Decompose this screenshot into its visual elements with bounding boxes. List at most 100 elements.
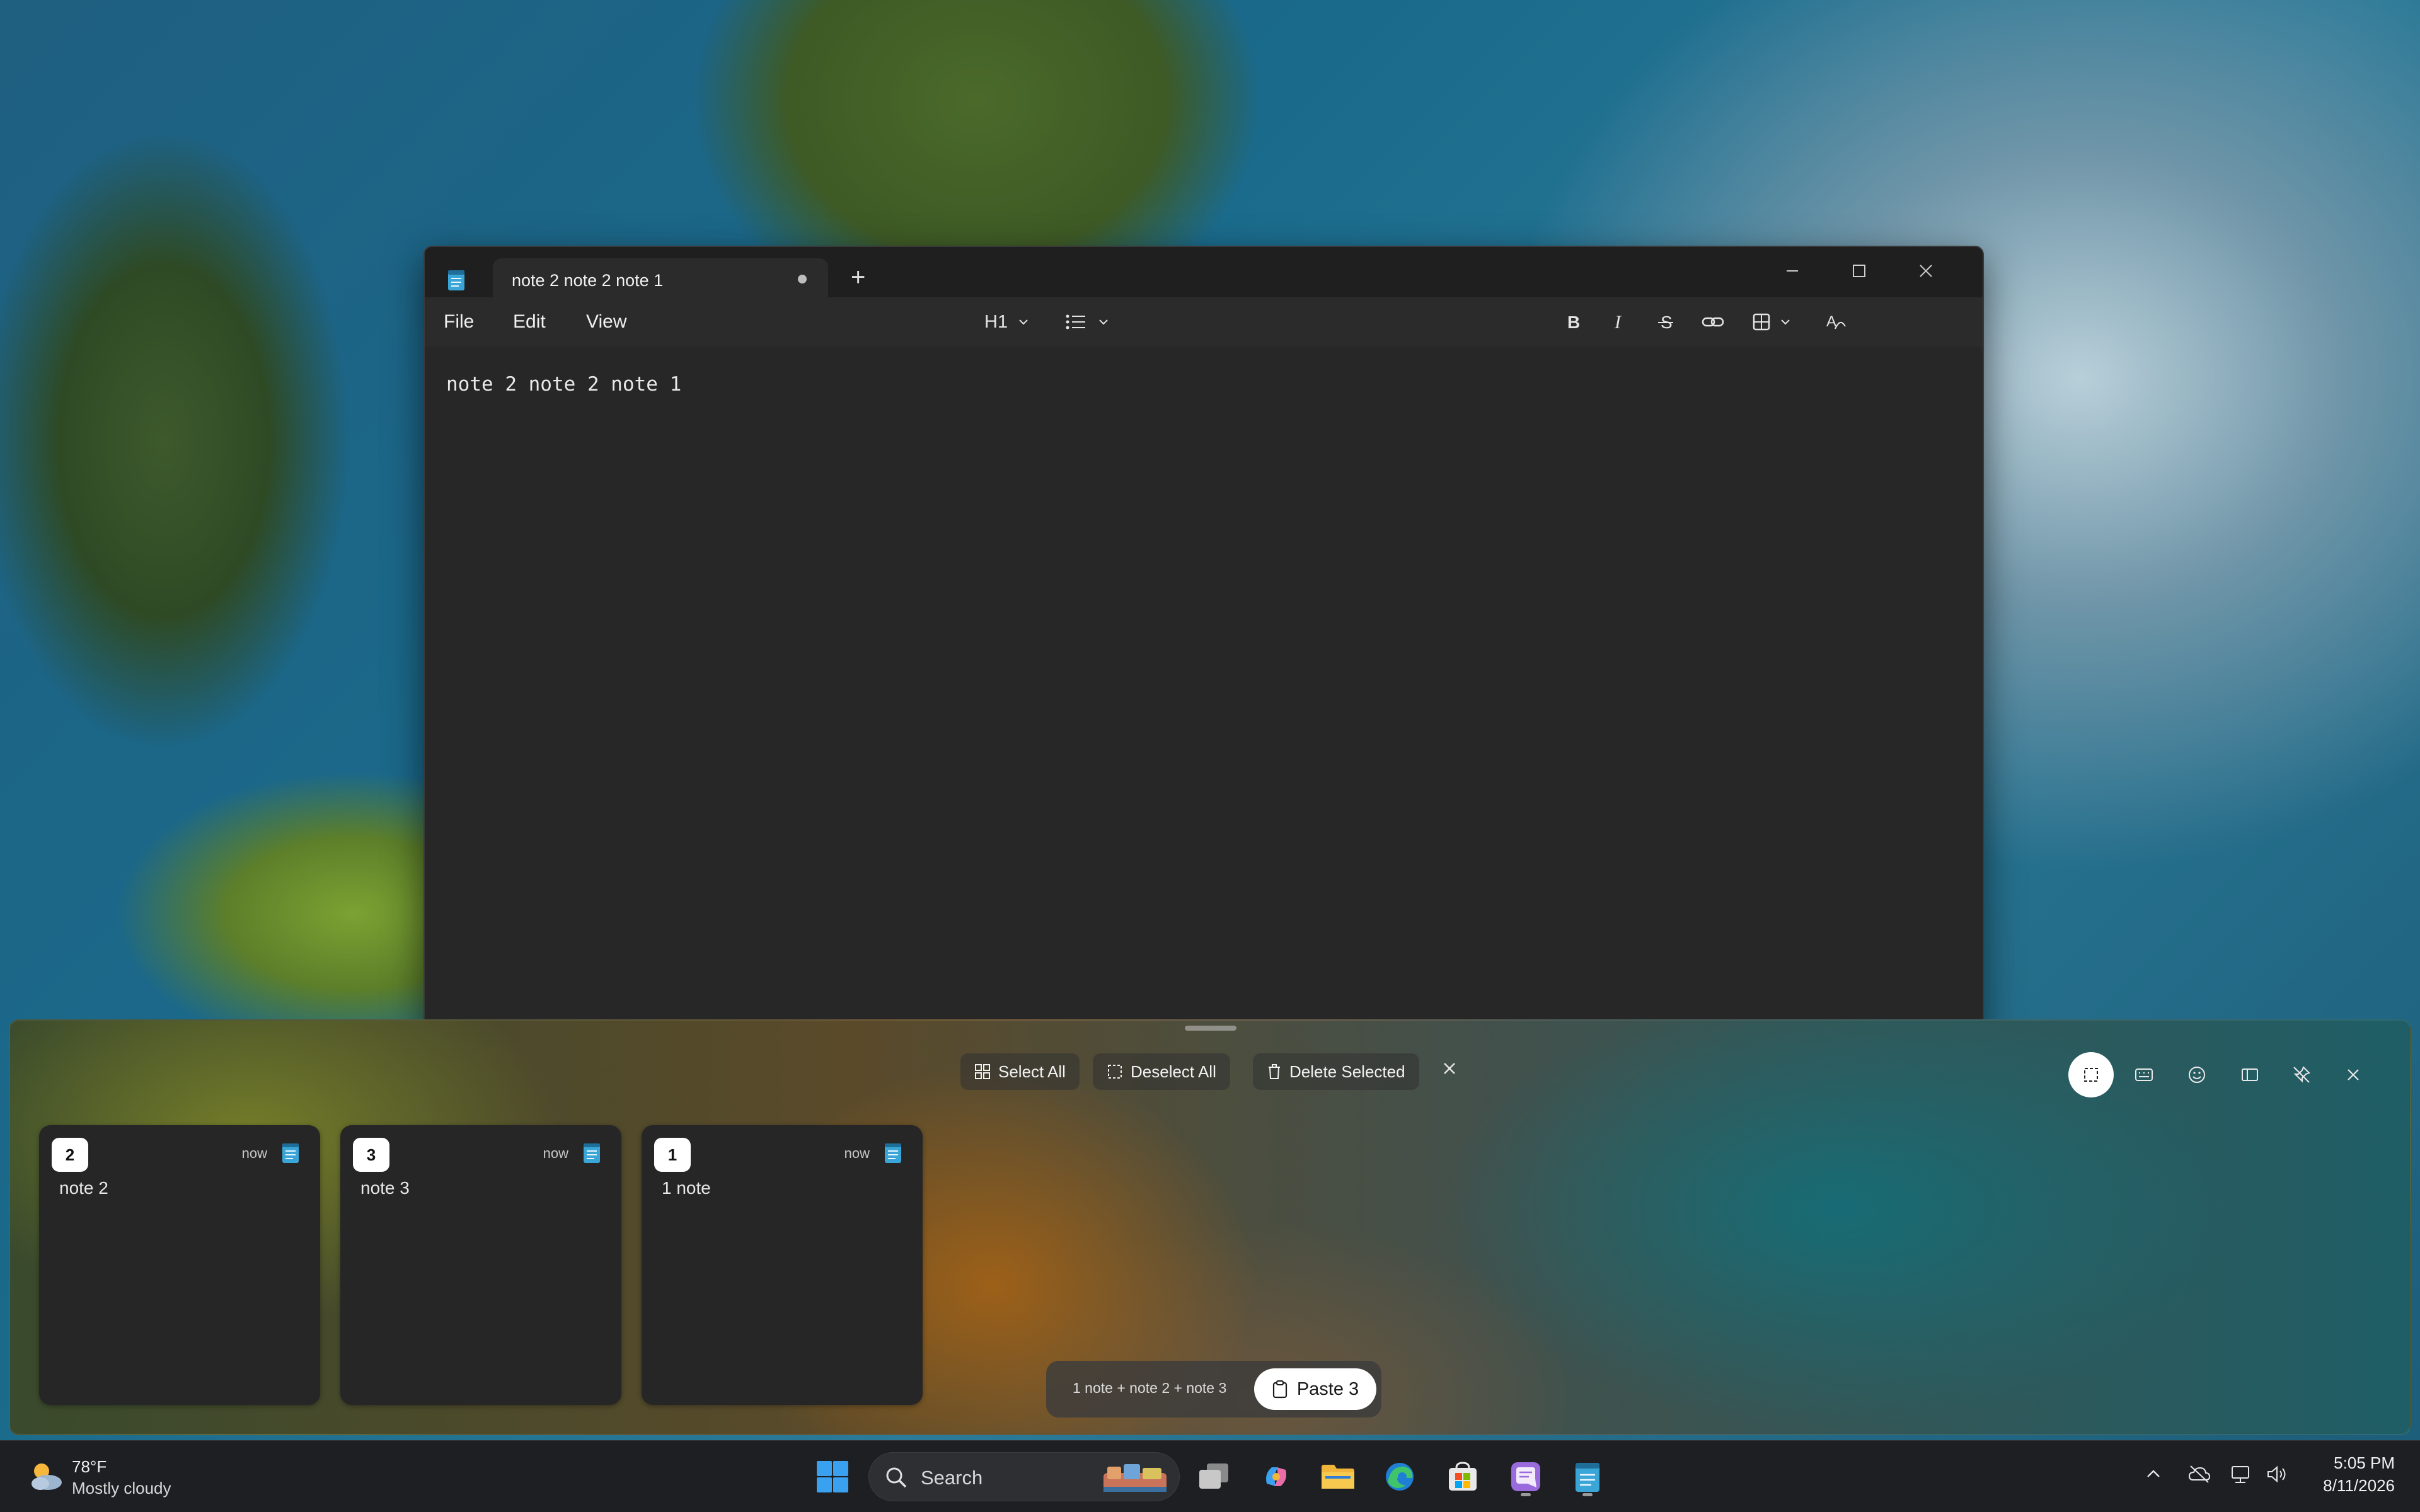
clipboard-app[interactable]: [1504, 1455, 1548, 1499]
search-highlight-icon: [1103, 1464, 1167, 1492]
multi-select-icon: [2084, 1068, 2098, 1082]
title-bar[interactable]: note 2 note 2 note 1 +: [425, 247, 1983, 299]
maximize-button[interactable]: [1828, 256, 1891, 286]
link-button[interactable]: [1702, 307, 1724, 336]
table-dropdown[interactable]: [1752, 307, 1792, 336]
table-icon: [1753, 313, 1770, 331]
strikethrough-icon: S: [1658, 312, 1673, 331]
copilot-icon: [1266, 1467, 1286, 1486]
list-dropdown[interactable]: [1065, 307, 1110, 336]
clipboard-icon: [1272, 1380, 1287, 1399]
trash-icon: [1269, 1064, 1280, 1079]
delete-selected-label: Delete Selected: [1289, 1062, 1405, 1081]
menu-view[interactable]: View: [586, 311, 626, 333]
clock-time: 5:05 PM: [2334, 1453, 2395, 1472]
select-all-button[interactable]: Select All: [960, 1053, 1080, 1090]
unpin-icon: [2293, 1066, 2310, 1083]
item-text: 1 note: [662, 1178, 711, 1198]
notepad-app-icon: [584, 1143, 600, 1163]
menu-bar: File Edit View H1 B I S A: [425, 297, 1983, 346]
chevron-down-icon: [1781, 319, 1790, 325]
cloud-sun-icon: [32, 1463, 62, 1490]
network-icon: [2232, 1466, 2249, 1483]
taskbar-search[interactable]: Search: [868, 1452, 1180, 1501]
running-indicator: [1582, 1493, 1593, 1496]
speaker-icon: [2267, 1465, 2286, 1483]
clipboard-item[interactable]: 3 now note 3: [340, 1125, 621, 1405]
select-all-label: Select All: [998, 1062, 1066, 1081]
notes-app-icon: [1511, 1462, 1540, 1491]
bold-icon: B: [1567, 312, 1580, 331]
windows-logo-icon: [817, 1461, 848, 1492]
panel-side-icon: [2242, 1068, 2258, 1081]
tab-note[interactable]: note 2 note 2 note 1: [493, 258, 828, 299]
close-panel-button[interactable]: [2331, 1052, 2376, 1097]
notepad-icon: [1576, 1463, 1599, 1492]
menu-file[interactable]: File: [444, 311, 474, 333]
task-view-icon: [1199, 1463, 1228, 1489]
start-button[interactable]: [810, 1455, 855, 1499]
maximize-icon: [1853, 265, 1865, 277]
notepad-app-icon: [885, 1143, 901, 1163]
emoji-button[interactable]: [2174, 1052, 2220, 1097]
new-tab-button[interactable]: +: [851, 265, 865, 290]
exit-selection-button[interactable]: [1441, 1060, 1458, 1080]
svg-text:A: A: [1826, 313, 1836, 330]
link-icon: [1702, 317, 1724, 327]
volume-button[interactable]: [2266, 1465, 2289, 1487]
running-indicator: [1521, 1493, 1531, 1496]
cloud-sync-button[interactable]: [2188, 1465, 2211, 1487]
delete-selected-button[interactable]: Delete Selected: [1253, 1053, 1419, 1090]
bold-button[interactable]: B: [1563, 307, 1582, 336]
selection-order-badge: 1: [654, 1138, 691, 1172]
clear-formatting-button[interactable]: A: [1825, 307, 1847, 336]
copilot-app[interactable]: [1254, 1455, 1298, 1499]
cloud-off-icon: [2188, 1465, 2211, 1483]
svg-text:I: I: [1614, 312, 1622, 331]
task-view-button[interactable]: [1192, 1455, 1236, 1499]
paste-label: Paste 3: [1296, 1378, 1359, 1399]
store-app[interactable]: [1441, 1455, 1485, 1499]
deselect-all-button[interactable]: Deselect All: [1093, 1053, 1230, 1090]
taskbar: 78°F Mostly cloudy Search 5:05 PM 8/11/2…: [0, 1440, 2420, 1512]
selection-order-badge: 2: [52, 1138, 88, 1172]
close-icon: [1920, 265, 1932, 277]
close-icon: [2348, 1069, 2359, 1080]
notepad-taskbar-app[interactable]: [1565, 1455, 1610, 1499]
file-explorer-app[interactable]: [1316, 1455, 1360, 1499]
dock-side-button[interactable]: [2227, 1052, 2273, 1097]
keyboard-button[interactable]: [2121, 1052, 2167, 1097]
minimize-button[interactable]: [1761, 256, 1824, 286]
paste-bar: 1 note + note 2 + note 3 Paste 3: [1046, 1361, 1381, 1418]
paste-summary: 1 note + note 2 + note 3: [1073, 1380, 1227, 1396]
store-icon: [1449, 1462, 1477, 1491]
close-window-button[interactable]: [1894, 256, 1957, 286]
notepad-app-icon: [282, 1143, 299, 1163]
deselect-all-icon: [1108, 1065, 1122, 1079]
unpin-button[interactable]: [2279, 1052, 2324, 1097]
chevron-down-icon: [1099, 319, 1108, 325]
clipboard-item[interactable]: 1 now 1 note: [642, 1125, 923, 1405]
edge-app[interactable]: [1378, 1455, 1422, 1499]
resize-handle[interactable]: [1185, 1026, 1236, 1031]
network-button[interactable]: [2230, 1465, 2252, 1488]
editor-text-area[interactable]: note 2 note 2 note 1: [446, 373, 681, 396]
clipboard-item[interactable]: 2 now note 2: [39, 1125, 320, 1405]
weather-temp: 78°F: [72, 1457, 107, 1476]
strikethrough-button[interactable]: S: [1656, 307, 1675, 336]
search-icon: [886, 1467, 907, 1488]
multi-select-button[interactable]: [2068, 1052, 2114, 1097]
menu-edit[interactable]: Edit: [513, 311, 546, 333]
deselect-all-label: Deselect All: [1131, 1062, 1216, 1081]
unsaved-dot-icon[interactable]: [798, 275, 807, 284]
heading-dropdown[interactable]: H1: [984, 307, 1030, 336]
weather-description: Mostly cloudy: [72, 1479, 171, 1498]
select-all-icon: [975, 1064, 990, 1079]
tab-title: note 2 note 2 note 1: [512, 271, 664, 290]
chevron-up-icon: [2147, 1470, 2160, 1477]
show-hidden-icons-button[interactable]: [2144, 1465, 2163, 1487]
italic-button[interactable]: I: [1610, 307, 1628, 336]
paste-button[interactable]: Paste 3: [1254, 1368, 1376, 1410]
close-icon: [1444, 1063, 1455, 1074]
edge-icon: [1386, 1463, 1414, 1491]
